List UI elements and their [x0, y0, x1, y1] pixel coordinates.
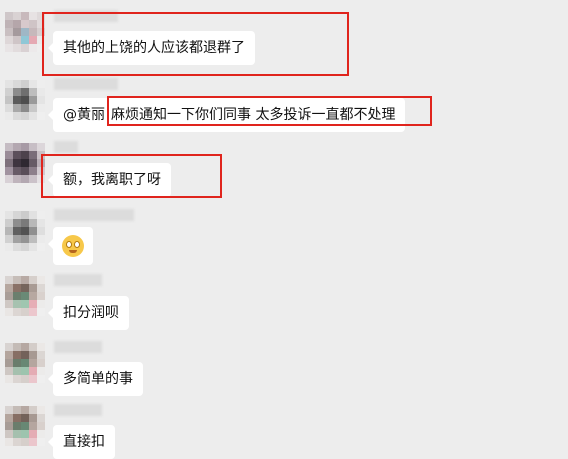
sender-name-blurred: [54, 404, 102, 416]
message-text: 额，我离职了呀: [63, 172, 161, 188]
avatar[interactable]: [5, 276, 45, 316]
message-bubble[interactable]: @黄丽 麻烦通知一下你们同事 太多投诉一直都不处理: [47, 98, 406, 132]
sender-name-blurred: [54, 209, 134, 221]
message-text: 其他的上饶的人应该都退群了: [63, 40, 245, 56]
avatar[interactable]: [5, 406, 45, 446]
sender-name-blurred: [54, 78, 118, 90]
message-bubble[interactable]: 扣分润呗: [48, 296, 129, 330]
avatar[interactable]: [5, 211, 45, 251]
sender-name-blurred: [54, 10, 118, 22]
mention-link[interactable]: @黄丽: [63, 107, 105, 123]
message-text: 麻烦通知一下你们同事 太多投诉一直都不处理: [111, 107, 396, 123]
avatar[interactable]: [5, 343, 45, 383]
sender-name-blurred: [54, 274, 102, 286]
message-text: 扣分润呗: [63, 305, 119, 321]
message-bubble[interactable]: [48, 227, 93, 265]
message-text: 直接扣: [63, 434, 105, 450]
message-bubble[interactable]: 直接扣: [48, 425, 115, 459]
message-text: 多简单的事: [63, 371, 133, 387]
avatar[interactable]: [5, 143, 45, 183]
sender-name-blurred: [54, 141, 78, 153]
avatar[interactable]: [5, 80, 45, 120]
grinning-face-emoji-icon: [62, 235, 84, 257]
avatar[interactable]: [5, 12, 45, 52]
message-bubble[interactable]: 多简单的事: [48, 362, 143, 396]
message-bubble[interactable]: 其他的上饶的人应该都退群了: [48, 31, 255, 65]
sender-name-blurred: [54, 341, 102, 353]
message-bubble[interactable]: 额，我离职了呀: [48, 163, 171, 197]
